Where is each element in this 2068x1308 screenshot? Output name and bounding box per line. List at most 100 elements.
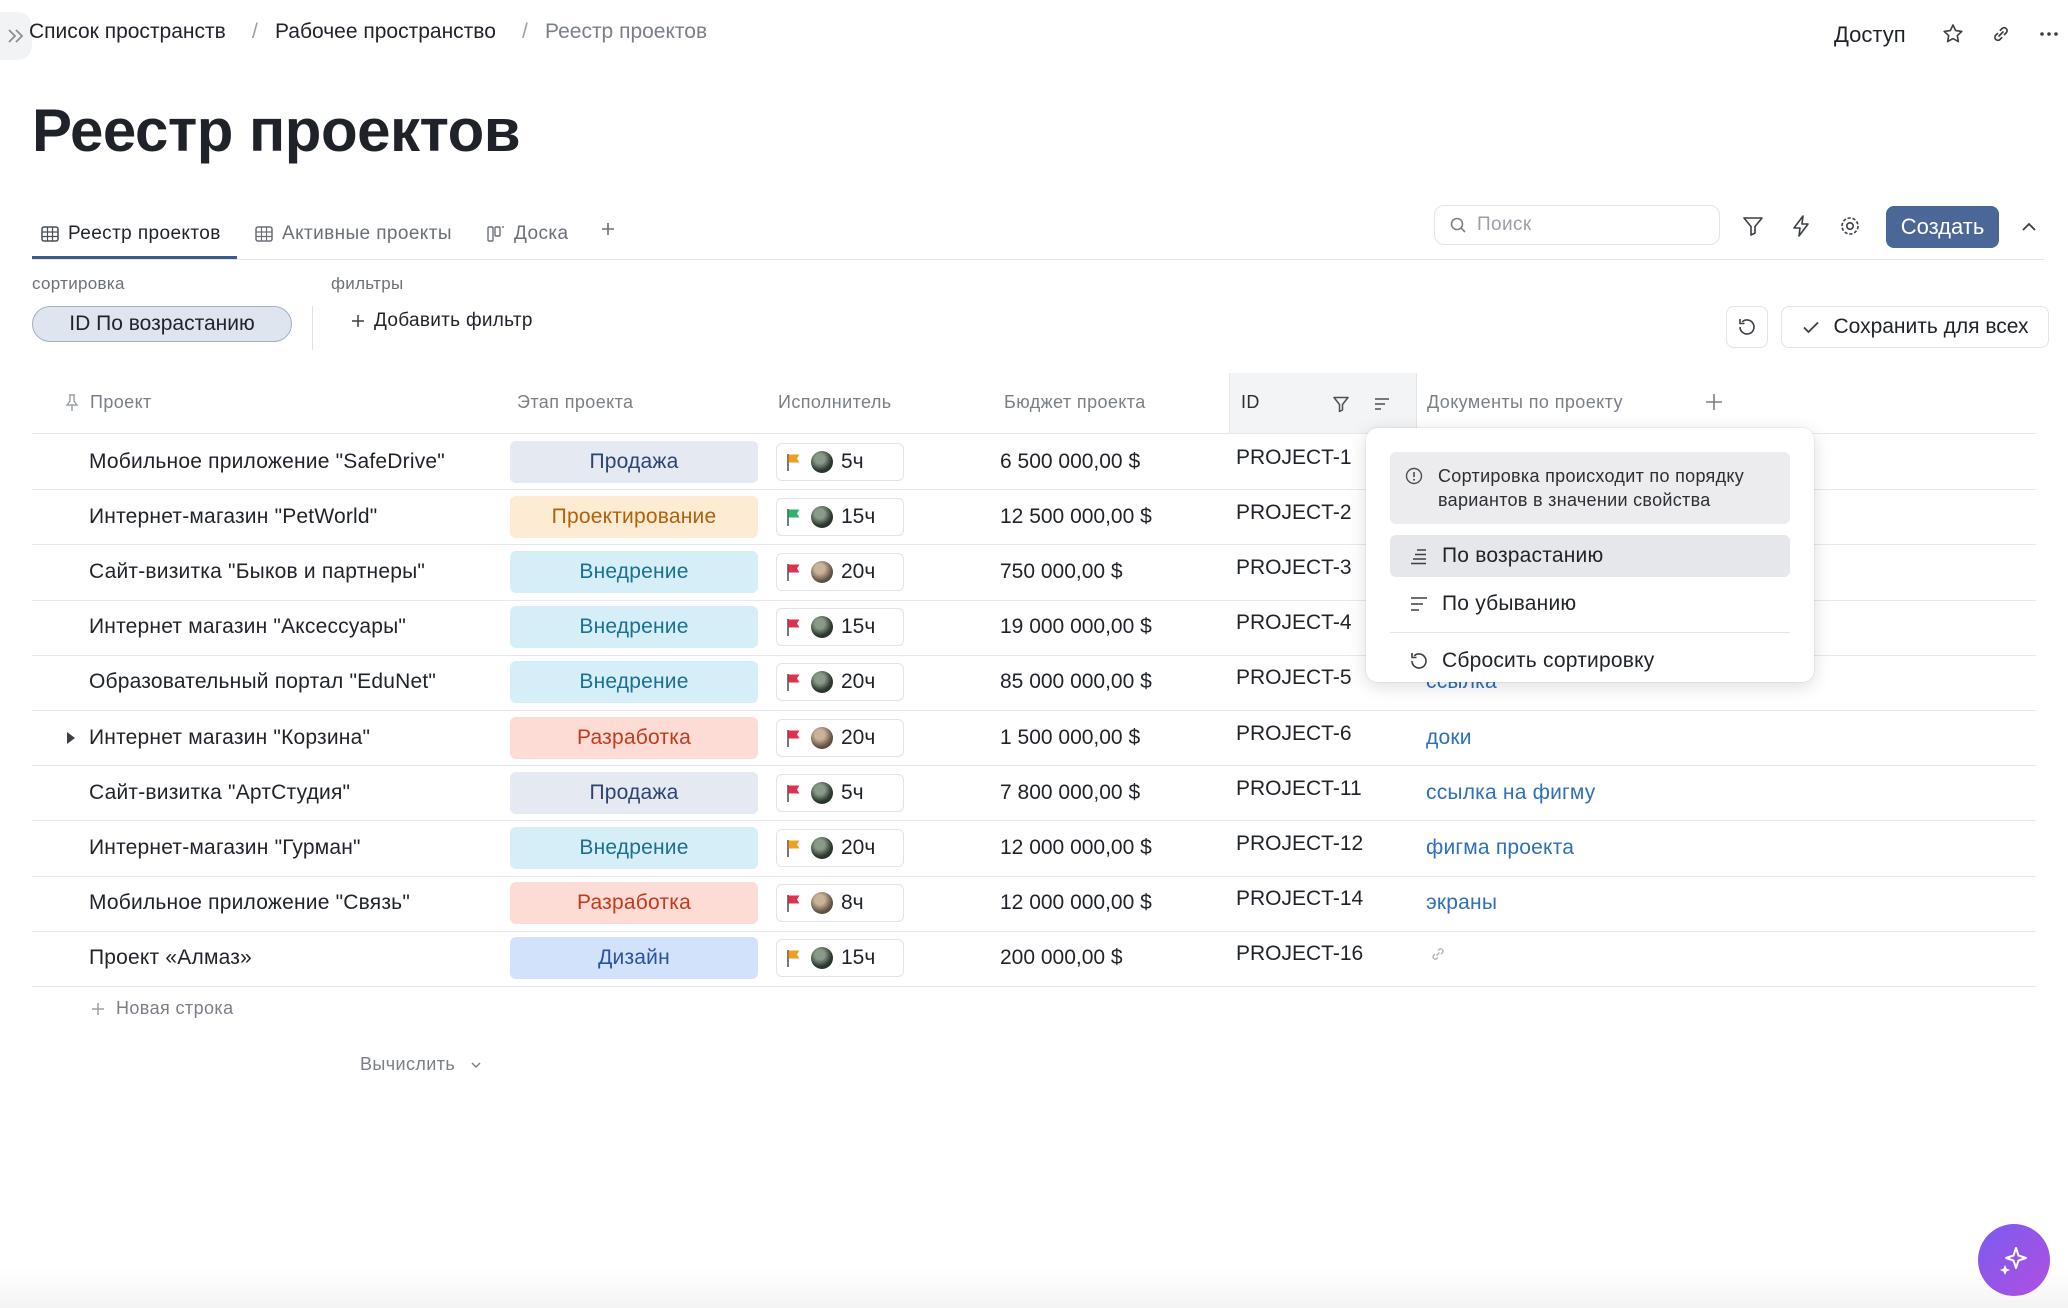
assignee-cell[interactable]: 8ч — [776, 884, 904, 923]
add-column-icon[interactable] — [1697, 385, 1731, 419]
id-cell[interactable]: PROJECT-4 — [1236, 611, 1352, 635]
filter-icon[interactable] — [1736, 209, 1770, 243]
stage-badge[interactable]: Разработка — [510, 716, 758, 759]
budget-cell[interactable]: 12 000 000,00 $ — [1000, 836, 1152, 860]
stage-badge[interactable]: Внедрение — [510, 827, 758, 869]
star-icon[interactable] — [1936, 17, 1970, 51]
document-link[interactable]: экраны — [1426, 891, 1497, 915]
id-cell[interactable]: PROJECT-5 — [1236, 666, 1352, 690]
reset-view-button[interactable] — [1726, 306, 1768, 348]
project-name-cell[interactable]: Сайт-визитка "Быков и партнеры" — [89, 560, 425, 584]
stage-badge[interactable]: Дизайн — [510, 937, 758, 980]
budget-cell[interactable]: 85 000 000,00 $ — [1000, 670, 1152, 694]
calculate-button[interactable]: Вычислить — [360, 1054, 483, 1075]
tab-board[interactable]: Доска — [486, 212, 568, 256]
save-for-all-button[interactable]: Сохранить для всех — [1781, 306, 2049, 348]
budget-cell[interactable]: 12 000 000,00 $ — [1000, 891, 1152, 915]
id-cell[interactable]: PROJECT-1 — [1236, 446, 1352, 470]
tab-project-registry[interactable]: Реестр проектов — [40, 212, 221, 256]
tab-active-projects[interactable]: Активные проекты — [254, 212, 452, 256]
hours-label: 20ч — [841, 670, 876, 694]
expand-row-icon[interactable] — [64, 730, 78, 746]
project-name-cell[interactable]: Интернет магазин "Корзина" — [89, 726, 370, 750]
assignee-cell[interactable]: 20ч — [776, 553, 904, 591]
access-button[interactable]: Доступ — [1834, 22, 1906, 48]
search-input[interactable]: Поиск — [1434, 205, 1720, 245]
budget-cell[interactable]: 750 000,00 $ — [1000, 560, 1123, 584]
sidebar-expand-button[interactable] — [0, 12, 32, 60]
project-name-cell[interactable]: Проект «Алмаз» — [89, 946, 252, 970]
breadcrumb-item-spaces[interactable]: Список пространств — [29, 20, 226, 44]
sort-ascending-option[interactable]: По возрастанию — [1390, 535, 1790, 577]
assignee-cell[interactable]: 20ч — [776, 829, 904, 867]
breadcrumb-item-workspace[interactable]: Рабочее пространство — [275, 20, 496, 44]
assignee-cell[interactable]: 15ч — [776, 608, 904, 647]
automation-icon[interactable] — [1784, 209, 1818, 243]
id-cell[interactable]: PROJECT-6 — [1236, 722, 1352, 746]
id-cell[interactable]: PROJECT-12 — [1236, 832, 1363, 856]
tab-label: Реестр проектов — [68, 223, 221, 244]
sort-pill[interactable]: ID По возрастанию — [32, 306, 292, 342]
avatar — [811, 781, 833, 804]
stage-badge[interactable]: Внедрение — [510, 606, 758, 649]
document-link[interactable]: фигма проекта — [1426, 836, 1574, 860]
budget-cell[interactable]: 19 000 000,00 $ — [1000, 615, 1152, 639]
budget-cell[interactable]: 1 500 000,00 $ — [1000, 726, 1140, 750]
create-button[interactable]: Создать — [1886, 206, 1999, 248]
add-filter-button[interactable]: Добавить фильтр — [350, 310, 533, 332]
column-header-id[interactable]: ID — [1241, 392, 1260, 413]
info-icon — [1404, 466, 1424, 486]
reset-sort-option[interactable]: Сбросить сортировку — [1390, 640, 1790, 682]
table-icon — [40, 224, 60, 244]
project-name-cell[interactable]: Сайт-визитка "АртСтудия" — [89, 781, 350, 805]
stage-badge[interactable]: Продажа — [510, 440, 758, 483]
sort-descending-option[interactable]: По убыванию — [1390, 583, 1790, 625]
assignee-cell[interactable]: 5ч — [776, 773, 904, 812]
column-header-budget[interactable]: Бюджет проекта — [1004, 392, 1146, 413]
project-name-cell[interactable]: Интернет-магазин "PetWorld" — [89, 505, 377, 529]
sort-ascending-icon — [1408, 545, 1430, 567]
column-filter-icon[interactable] — [1324, 387, 1358, 421]
flag-icon — [785, 893, 803, 913]
link-icon[interactable] — [1984, 17, 2018, 51]
ai-assistant-button[interactable] — [1978, 1224, 2050, 1296]
stage-badge[interactable]: Внедрение — [510, 661, 758, 704]
id-cell[interactable]: PROJECT-16 — [1236, 942, 1363, 966]
new-row-button[interactable]: Новая строка — [90, 998, 233, 1019]
document-link[interactable]: ссылка на фигму — [1426, 781, 1595, 805]
budget-cell[interactable]: 6 500 000,00 $ — [1000, 450, 1140, 474]
add-tab-icon[interactable] — [591, 212, 625, 246]
project-name-cell[interactable]: Мобильное приложение "Связь" — [89, 891, 410, 915]
project-name-cell[interactable]: Интернет-магазин "Гурман" — [89, 836, 361, 860]
stage-badge[interactable]: Внедрение — [510, 551, 758, 593]
settings-icon[interactable] — [1833, 209, 1867, 243]
column-header-stage[interactable]: Этап проекта — [517, 392, 633, 413]
budget-cell[interactable]: 12 500 000,00 $ — [1000, 505, 1152, 529]
column-header-assignee[interactable]: Исполнитель — [778, 392, 892, 413]
project-name-cell[interactable]: Интернет магазин "Аксессуары" — [89, 615, 406, 639]
column-header-project[interactable]: Проект — [90, 392, 152, 413]
chevron-up-icon[interactable] — [2012, 210, 2046, 244]
assignee-cell[interactable]: 20ч — [776, 718, 904, 757]
project-name-cell[interactable]: Мобильное приложение "SafeDrive" — [89, 450, 445, 474]
assignee-cell[interactable]: 15ч — [776, 939, 904, 978]
budget-cell[interactable]: 200 000,00 $ — [1000, 946, 1123, 970]
id-cell[interactable]: PROJECT-2 — [1236, 501, 1352, 525]
document-link[interactable]: доки — [1426, 726, 1472, 750]
assignee-cell[interactable]: 15ч — [776, 497, 904, 536]
id-cell[interactable]: PROJECT-11 — [1236, 777, 1362, 801]
assignee-cell[interactable]: 20ч — [776, 663, 904, 702]
column-sort-icon[interactable] — [1365, 387, 1399, 421]
hours-label: 20ч — [841, 560, 876, 583]
project-name-cell[interactable]: Образовательный портал "EduNet" — [89, 670, 436, 694]
assignee-cell[interactable]: 5ч — [776, 442, 904, 481]
more-icon[interactable] — [2032, 17, 2066, 51]
budget-cell[interactable]: 7 800 000,00 $ — [1000, 781, 1140, 805]
link-icon[interactable] — [1428, 944, 1448, 964]
stage-badge[interactable]: Продажа — [510, 771, 758, 814]
stage-badge[interactable]: Проектирование — [510, 495, 758, 538]
id-cell[interactable]: PROJECT-3 — [1236, 556, 1352, 580]
stage-badge[interactable]: Разработка — [510, 882, 758, 925]
id-cell[interactable]: PROJECT-14 — [1236, 887, 1363, 911]
column-header-documents[interactable]: Документы по проекту — [1427, 392, 1623, 413]
